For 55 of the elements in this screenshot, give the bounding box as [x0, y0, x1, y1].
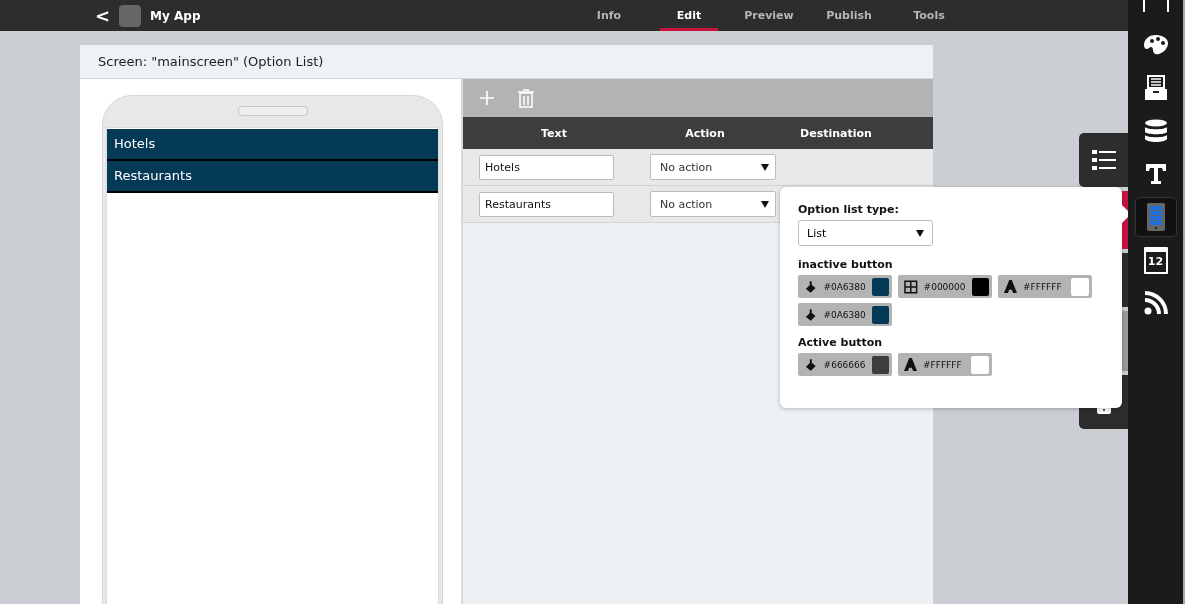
- action-dropdown[interactable]: No action: [650, 191, 776, 217]
- color-picker[interactable]: #000000: [898, 275, 992, 298]
- action-dropdown[interactable]: No action: [650, 154, 776, 180]
- list-icon: [1091, 149, 1116, 171]
- section-title: inactive button: [798, 258, 894, 271]
- section-title: Active button: [798, 336, 884, 349]
- type-dropdown[interactable]: List: [798, 220, 933, 246]
- paint-bucket-icon: [804, 357, 818, 372]
- list-item[interactable]: Restaurants: [107, 161, 438, 193]
- back-button[interactable]: <: [95, 5, 111, 26]
- sidebar-item[interactable]: 12: [1135, 241, 1176, 279]
- text-input[interactable]: Hotels: [479, 154, 614, 180]
- color-picker[interactable]: #0A6380: [798, 275, 892, 298]
- color-value: #FFFFFF: [1023, 281, 1063, 292]
- archive-icon: [1143, 75, 1168, 101]
- color-value: #0A6380: [823, 281, 866, 292]
- panel-title: Screen: "mainscreen" (Option List): [98, 54, 324, 69]
- paint-bucket-icon: [804, 307, 818, 322]
- frame-icon: [1142, 0, 1169, 12]
- nav-tab[interactable]: Edit: [660, 0, 718, 31]
- speaker-slot: [237, 106, 308, 116]
- side-tab[interactable]: [1079, 133, 1128, 187]
- caret-icon: [916, 229, 924, 237]
- calendar-icon: 12: [1143, 246, 1168, 274]
- database-icon: [1143, 119, 1168, 143]
- nav-tab[interactable]: Info: [580, 0, 638, 31]
- color-value: #666666: [823, 359, 866, 370]
- color-picker[interactable]: #666666: [798, 353, 892, 376]
- app-name: My App: [150, 8, 201, 23]
- caret-icon: [761, 163, 769, 171]
- nav-tab[interactable]: Tools: [900, 0, 958, 31]
- border-icon: [904, 279, 918, 294]
- nav-tab[interactable]: Publish: [820, 0, 878, 31]
- rss-icon: [1143, 291, 1168, 315]
- text-icon: [1144, 163, 1167, 185]
- caret-icon: [761, 200, 769, 208]
- app-icon: [119, 4, 142, 27]
- paint-bucket-icon: [804, 279, 818, 294]
- color-picker[interactable]: #FFFFFF: [898, 353, 992, 376]
- color-picker[interactable]: #0A6380: [798, 303, 892, 326]
- text-color-icon: [1004, 280, 1017, 293]
- column-header: Action: [684, 126, 726, 140]
- field-label: Option list type:: [798, 203, 900, 216]
- palette-icon: [1142, 34, 1169, 56]
- list-item[interactable]: Hotels: [107, 129, 438, 161]
- color-picker[interactable]: #FFFFFF: [998, 275, 1092, 298]
- phone-icon: [1145, 202, 1166, 232]
- color-value: #000000: [923, 281, 966, 292]
- color-value: #0A6380: [823, 309, 866, 320]
- nav-tab[interactable]: Preview: [740, 0, 798, 31]
- column-header: Destination: [799, 126, 873, 140]
- column-header: Text: [540, 126, 568, 140]
- text-color-icon: [904, 358, 917, 371]
- text-input[interactable]: Restaurants: [479, 191, 614, 217]
- color-value: #FFFFFF: [923, 359, 963, 370]
